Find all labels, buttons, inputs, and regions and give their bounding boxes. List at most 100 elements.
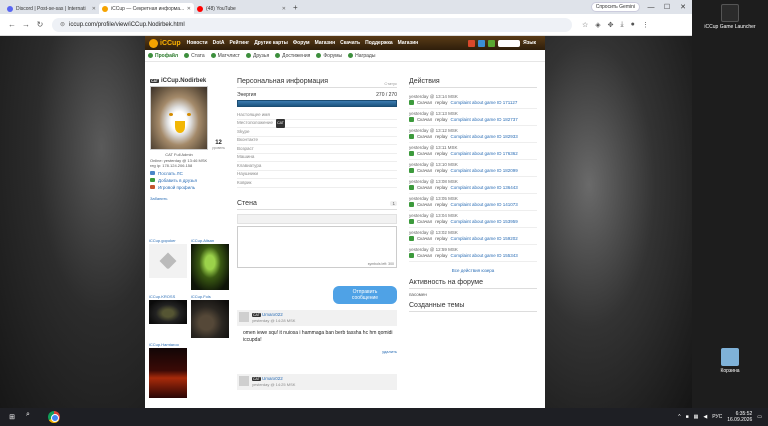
nav-news[interactable]: Новости (187, 40, 208, 46)
site-logo[interactable]: iCCup (149, 38, 181, 48)
download-icon[interactable]: ⤓ (621, 21, 624, 29)
windows-start-icon[interactable]: ⊞ (6, 411, 18, 423)
nav-dota[interactable]: DotA (213, 40, 225, 46)
post-author[interactable]: Umarx022 (262, 376, 283, 381)
clan-tag: CAT (252, 377, 261, 381)
language-select[interactable]: Язык (523, 40, 536, 46)
tab-achievements[interactable]: Достижения (275, 53, 310, 59)
search-input[interactable] (498, 39, 521, 47)
back-icon[interactable]: ← (6, 20, 18, 29)
new-tab-button[interactable]: + (293, 3, 298, 12)
send-message-button[interactable]: Отправить сообщение (333, 286, 397, 304)
tab-iccup[interactable]: iCCup — Секретная информа... ✕ (99, 3, 194, 14)
gemini-button[interactable]: Спросить Gemini (590, 2, 640, 12)
messages-icon[interactable] (478, 39, 486, 47)
menu-icon[interactable]: ⋮ (642, 21, 649, 29)
action-verb: Скачал (417, 117, 433, 122)
clock[interactable]: 6:35:52 16.09.2026 (727, 411, 752, 423)
tray-app-icon[interactable]: ■ (686, 414, 689, 420)
taskbar: ⊞ ⌕ ^ ■ ▦ ◀ РУС 6:35:52 16.09.2026 ▭ (0, 408, 768, 426)
tab-stats[interactable]: Стата (184, 53, 205, 59)
action-link[interactable]: Complaint about game ID 182099 (450, 168, 517, 173)
close-window-icon[interactable]: ✕ (678, 3, 688, 11)
avatar[interactable] (239, 376, 249, 386)
actions-column: Действия yesterday @ 13:14 MSK Скачал repl… (409, 78, 537, 312)
tab-youtube[interactable]: (48) YouTube ✕ (194, 3, 289, 14)
forward-icon[interactable]: → (20, 20, 32, 29)
action-link[interactable]: Complaint about game ID 136443 (450, 185, 517, 190)
action-item: yesterday @ 13:08 MSK Скачал replay Complai… (409, 177, 537, 194)
heart-icon (159, 252, 177, 270)
action-link[interactable]: Complaint about game ID 155343 (450, 253, 517, 258)
nav-infobase[interactable]: Магазин (315, 40, 336, 46)
tab-awards[interactable]: Награды (348, 53, 375, 59)
friend-card[interactable]: iCCup.gopoker (149, 238, 189, 290)
mail-icon (150, 171, 155, 175)
wall-header: Стена 1 (237, 200, 397, 210)
all-actions-link[interactable]: Все действия юзера (409, 268, 537, 273)
friend-card[interactable]: iCCup.KROSS (149, 294, 189, 338)
delete-post-link[interactable]: удалить (237, 349, 397, 354)
tab-forums[interactable]: Форумы (316, 53, 342, 59)
iccup-icon (102, 5, 108, 12)
language-indicator[interactable]: РУС (712, 414, 722, 420)
friend-card[interactable]: iCCup.Fols (191, 294, 231, 338)
chrome-taskbar-button[interactable] (48, 411, 60, 423)
close-icon[interactable]: ✕ (282, 6, 286, 12)
bookmark-icon[interactable]: ☆ (582, 21, 588, 29)
maximize-icon[interactable]: ☐ (662, 3, 672, 11)
friend-card[interactable]: iCCup.Alisan (191, 238, 231, 290)
action-link[interactable]: Complaint about game ID 176362 (450, 151, 517, 156)
notification-icon[interactable] (468, 39, 476, 47)
avatar[interactable] (239, 312, 249, 322)
user-icon[interactable] (488, 39, 496, 47)
stats-icon (184, 53, 190, 58)
puzzle-icon[interactable]: ✥ (608, 21, 614, 29)
desktop-icon-recycle-bin[interactable]: Корзина (700, 348, 760, 374)
url-input[interactable]: ⊜ iccup.com/profile/view/iCCup.Nodirbek.… (52, 17, 572, 32)
tab-friends[interactable]: Друзья (245, 53, 269, 59)
game-profile-link[interactable]: Игровой профиль (150, 185, 230, 190)
download-icon (409, 219, 414, 224)
extension-icon[interactable]: ◈ (595, 21, 600, 29)
post-author[interactable]: Umarx022 (262, 312, 283, 317)
site-info-icon[interactable]: ⊜ (60, 21, 65, 28)
notifications-icon[interactable]: ▭ (757, 414, 762, 420)
tab-matchlist[interactable]: Матчлист (210, 53, 240, 59)
nav-other-maps[interactable]: Другие карты (254, 40, 288, 46)
search-icon[interactable]: ⌕ (26, 411, 40, 423)
nav-rating[interactable]: Рейтинг (230, 40, 250, 46)
nav-support[interactable]: Поддержка (365, 40, 393, 46)
info-row: Вконтакте (237, 137, 397, 145)
network-icon[interactable]: ▦ (694, 414, 699, 420)
action-link[interactable]: Complaint about game ID 153959 (450, 219, 517, 224)
clan-tag: CAT (252, 313, 261, 317)
action-link[interactable]: Complaint about game ID 159202 (450, 236, 517, 241)
close-icon[interactable]: ✕ (187, 6, 191, 12)
reload-icon[interactable]: ↻ (34, 20, 46, 29)
volume-icon[interactable]: ◀ (703, 414, 707, 420)
nav-forum[interactable]: Форум (293, 40, 310, 46)
action-link[interactable]: Complaint about game ID 171127 (450, 100, 517, 105)
desktop-icon-launcher[interactable]: iCCup Game Launcher (700, 4, 760, 30)
send-message-link[interactable]: Послать ЛС (150, 171, 230, 176)
action-link[interactable]: Complaint about game ID 182933 (450, 134, 517, 139)
profile-icon (148, 53, 153, 58)
friend-avatar (191, 244, 229, 290)
close-icon[interactable]: ✕ (92, 6, 96, 12)
action-link[interactable]: Complaint about game ID 182737 (450, 117, 517, 122)
ban-link[interactable]: Забанить (150, 196, 230, 201)
action-object: replay (435, 236, 448, 241)
nav-download[interactable]: Скачать (340, 40, 360, 46)
tab-discord[interactable]: Discord | Post-se-sas | Internati ✕ (4, 3, 99, 14)
profile-icon[interactable]: ● (631, 21, 635, 29)
minimize-icon[interactable]: — (646, 4, 656, 11)
tab-profile[interactable]: Профайл (148, 53, 178, 59)
action-link[interactable]: Complaint about game ID 141073 (450, 202, 517, 207)
extensions-bar: ☆ ◈ ✥ ⤓ ● ⋮ (582, 21, 649, 29)
tray-chevron-icon[interactable]: ^ (678, 414, 680, 420)
nav-shop[interactable]: Магазин (398, 40, 419, 46)
friend-card[interactable]: iCCup.Hamtaroo (149, 342, 189, 398)
wall-message-input[interactable]: symbols left: 300 (237, 225, 397, 268)
add-friend-link[interactable]: Добавить в друзья (150, 178, 230, 183)
